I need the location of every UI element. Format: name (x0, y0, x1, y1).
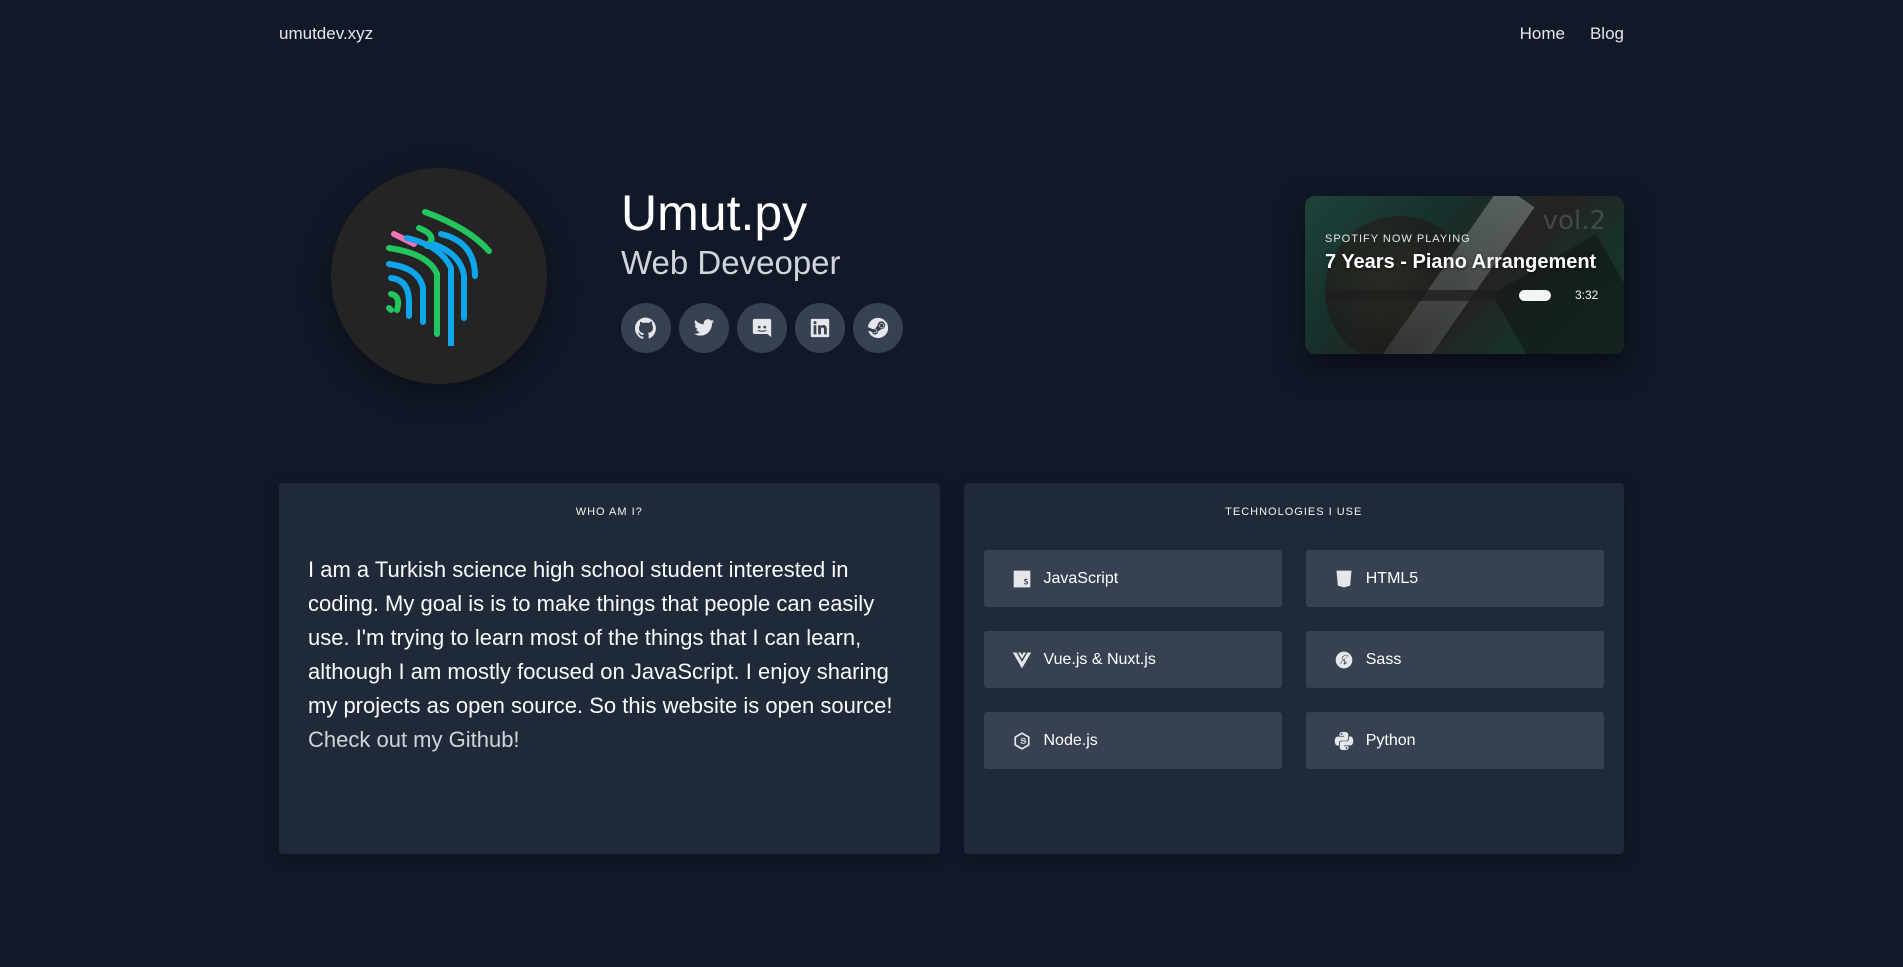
nodejs-icon (1013, 731, 1030, 750)
tech-label: JavaScript (1043, 569, 1119, 587)
technologies-card-title: TECHNOLOGIES I USE (1225, 506, 1363, 518)
tech-item-sass[interactable]: Sass (1305, 631, 1604, 688)
tech-item-python[interactable]: Python (1305, 712, 1604, 769)
avatar (331, 168, 547, 384)
nav-link-blog[interactable]: Blog (1590, 24, 1624, 44)
track-time: 3:32 (1575, 288, 1599, 302)
about-body: I am a Turkish science high school stude… (308, 557, 893, 718)
site-brand-link[interactable]: umutdev.xyz (279, 24, 373, 44)
vue-icon (1012, 652, 1031, 668)
html5-icon (1336, 570, 1352, 587)
tech-item-html5[interactable]: HTML5 (1305, 550, 1604, 607)
discord-icon (752, 319, 772, 338)
tech-item-javascript[interactable]: JavaScript (983, 550, 1282, 607)
github-profile-link[interactable]: Check out my Github! (308, 727, 520, 752)
hero-section: Umut.py Web Deveoper vol.2 SPOTIFY NOW P… (279, 168, 1624, 384)
sass-icon (1335, 651, 1353, 668)
track-title: 7 Years - Piano Arrangement (1325, 251, 1597, 273)
linkedin-icon (810, 319, 830, 338)
logo-lines-icon (386, 209, 492, 346)
info-cards: WHO AM I? I am a Turkish science high sc… (279, 483, 1624, 854)
technologies-card: TECHNOLOGIES I USE JavaScript HTML5 Vue.… (963, 483, 1625, 854)
nav-links: Home Blog (1520, 24, 1624, 44)
spotify-content: SPOTIFY NOW PLAYING 7 Years - Piano Arra… (1325, 233, 1602, 302)
tech-label: Vue.js & Nuxt.js (1043, 650, 1156, 668)
twitter-link[interactable] (679, 303, 729, 354)
linkedin-link[interactable] (795, 303, 845, 354)
tech-label: Sass (1365, 650, 1402, 668)
tech-label: HTML5 (1365, 569, 1419, 587)
steam-icon (867, 318, 889, 339)
about-card-title: WHO AM I? (575, 506, 643, 518)
python-icon (1334, 731, 1353, 750)
steam-link[interactable] (853, 303, 903, 354)
page-title: Umut.py (621, 185, 808, 241)
top-nav: umutdev.xyz Home Blog (279, 0, 1624, 68)
discord-link[interactable] (737, 303, 787, 354)
tech-label: Node.js (1043, 731, 1098, 749)
github-link[interactable] (621, 303, 671, 354)
about-card: WHO AM I? I am a Turkish science high sc… (279, 483, 940, 854)
tech-item-vue[interactable]: Vue.js & Nuxt.js (983, 631, 1282, 688)
tech-label: Python (1365, 731, 1416, 749)
progress-bar (1325, 289, 1551, 301)
github-icon (635, 317, 656, 340)
progress-fill (1519, 289, 1551, 301)
about-text: I am a Turkish science high school stude… (279, 553, 940, 757)
social-links (621, 303, 903, 354)
nav-link-home[interactable]: Home (1520, 24, 1565, 44)
twitter-icon (693, 319, 715, 336)
javascript-icon (1013, 570, 1030, 587)
spotify-now-playing-card[interactable]: vol.2 SPOTIFY NOW PLAYING 7 Years - Pian… (1305, 196, 1624, 354)
tech-item-nodejs[interactable]: Node.js (983, 712, 1282, 769)
identity: Umut.py Web Deveoper (621, 185, 903, 354)
progress-row: 3:32 (1325, 288, 1602, 302)
spotify-label: SPOTIFY NOW PLAYING (1325, 233, 1471, 245)
technologies-grid: JavaScript HTML5 Vue.js & Nuxt.js Sass N… (964, 550, 1625, 769)
role-subtitle: Web Deveoper (621, 244, 841, 281)
